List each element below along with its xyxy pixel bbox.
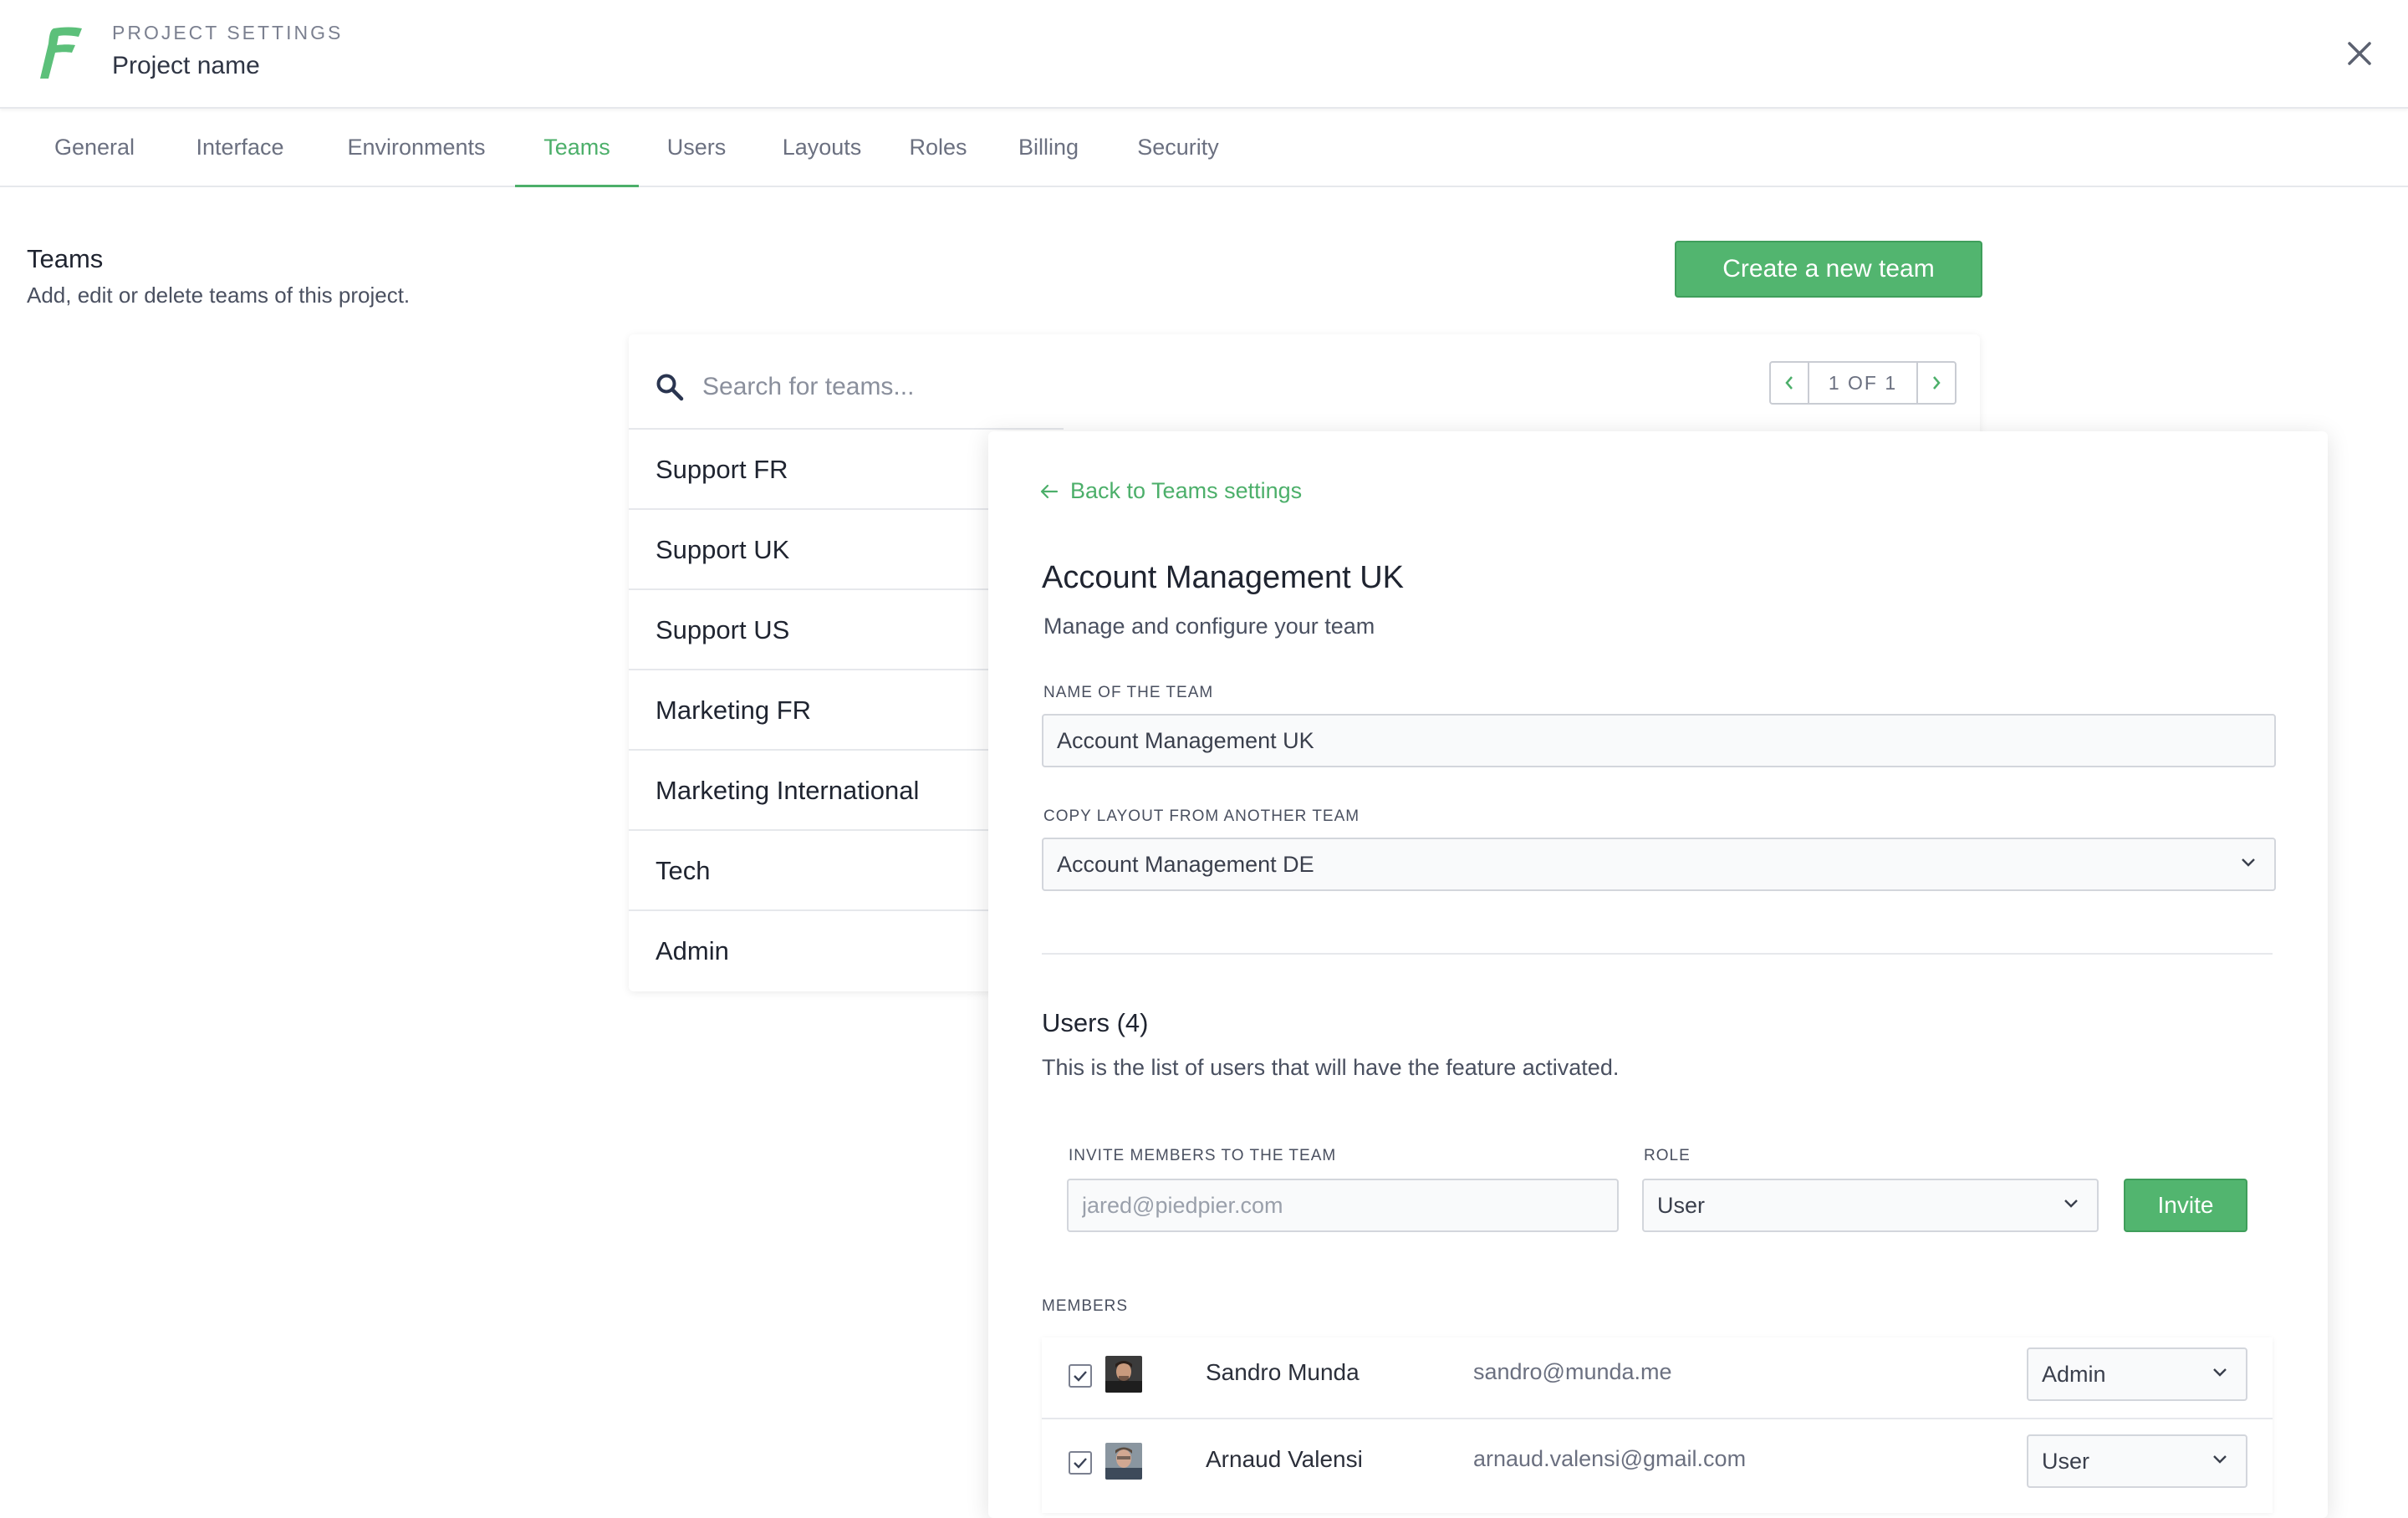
prev-page-button[interactable] <box>1771 363 1808 403</box>
page-indicator: 1 OF 1 <box>1808 363 1918 403</box>
section-divider <box>1042 953 2273 955</box>
header-subtitle: PROJECT SETTINGS <box>112 22 344 43</box>
chevron-right-icon <box>1933 376 1941 390</box>
users-title: Users (4) <box>1042 1008 1149 1037</box>
tab-teams[interactable]: Teams <box>515 109 639 187</box>
chevron-down-icon <box>2242 858 2255 867</box>
tab-billing[interactable]: Billing <box>1007 109 1090 186</box>
member-checkbox[interactable] <box>1069 1364 1092 1388</box>
chevron-down-icon <box>2213 1455 2227 1464</box>
invite-role-value: User <box>1657 1193 1706 1218</box>
back-to-teams-link[interactable]: Back to Teams settings <box>1040 478 1302 504</box>
top-header: PROJECT SETTINGS Project name <box>0 0 2408 109</box>
invite-role-select[interactable]: User <box>1642 1179 2099 1232</box>
chevron-down-icon <box>2064 1200 2078 1208</box>
member-email: arnaud.valensi@gmail.com <box>1473 1446 1747 1471</box>
member-role-select[interactable]: User <box>2027 1434 2247 1488</box>
section-description: Add, edit or delete teams of this projec… <box>27 283 411 308</box>
member-email: sandro@munda.me <box>1473 1359 1672 1384</box>
team-name-field[interactable]: Account Management UK <box>1042 714 2276 767</box>
avatar <box>1105 1356 1142 1393</box>
team-title: Account Management UK <box>1042 560 1405 595</box>
team-description: Manage and configure your team <box>1043 614 1375 639</box>
member-name: Arnaud Valensi <box>1206 1446 1363 1472</box>
create-team-button[interactable]: Create a new team <box>1675 241 1982 298</box>
invite-members-label: INVITE MEMBERS TO THE TEAM <box>1069 1147 1337 1164</box>
tab-roles[interactable]: Roles <box>898 109 978 186</box>
chevron-left-icon <box>1785 376 1793 390</box>
app-logo-icon <box>40 27 82 79</box>
tab-environments[interactable]: Environments <box>331 109 502 186</box>
team-name-label: NAME OF THE TEAM <box>1043 684 1214 701</box>
member-checkbox[interactable] <box>1069 1451 1092 1475</box>
member-row: Arnaud Valensi arnaud.valensi@gmail.com … <box>1042 1418 2273 1505</box>
settings-tabs: General Interface Environments Teams Use… <box>0 109 2408 187</box>
copy-layout-label: COPY LAYOUT FROM ANOTHER TEAM <box>1043 807 1360 825</box>
search-icon <box>656 374 684 401</box>
back-link-label: Back to Teams settings <box>1070 478 1303 503</box>
member-row: Sandro Munda sandro@munda.me Admin <box>1042 1331 2273 1419</box>
member-role-value: Admin <box>2042 1362 2106 1387</box>
invite-email-input[interactable] <box>1067 1179 1619 1232</box>
close-icon[interactable] <box>2343 37 2376 70</box>
next-page-button[interactable] <box>1918 363 1955 403</box>
project-name: Project name <box>112 52 260 79</box>
tab-general[interactable]: General <box>33 109 156 186</box>
arrow-left-icon <box>1040 484 1059 498</box>
member-role-value: User <box>2042 1449 2090 1474</box>
invite-button[interactable]: Invite <box>2124 1179 2247 1232</box>
users-description: This is the list of users that will have… <box>1042 1055 1620 1080</box>
invite-email-wrapper <box>1067 1179 1619 1232</box>
role-label: ROLE <box>1644 1147 1691 1164</box>
tab-security[interactable]: Security <box>1124 109 1232 186</box>
member-name: Sandro Munda <box>1206 1359 1360 1385</box>
tab-users[interactable]: Users <box>652 109 741 186</box>
check-icon <box>1074 1371 1087 1382</box>
member-role-select[interactable]: Admin <box>2027 1347 2247 1401</box>
tab-interface[interactable]: Interface <box>176 109 304 186</box>
members-label: MEMBERS <box>1042 1297 1129 1315</box>
avatar <box>1105 1443 1142 1480</box>
copy-layout-value: Account Management DE <box>1057 852 1314 877</box>
tab-layouts[interactable]: Layouts <box>769 109 875 186</box>
check-icon <box>1074 1458 1087 1469</box>
pagination: 1 OF 1 <box>1769 361 1956 405</box>
copy-layout-select[interactable]: Account Management DE <box>1042 838 2276 891</box>
section-title: Teams <box>27 244 104 273</box>
team-search-input[interactable] <box>701 368 1172 406</box>
chevron-down-icon <box>2213 1368 2227 1377</box>
